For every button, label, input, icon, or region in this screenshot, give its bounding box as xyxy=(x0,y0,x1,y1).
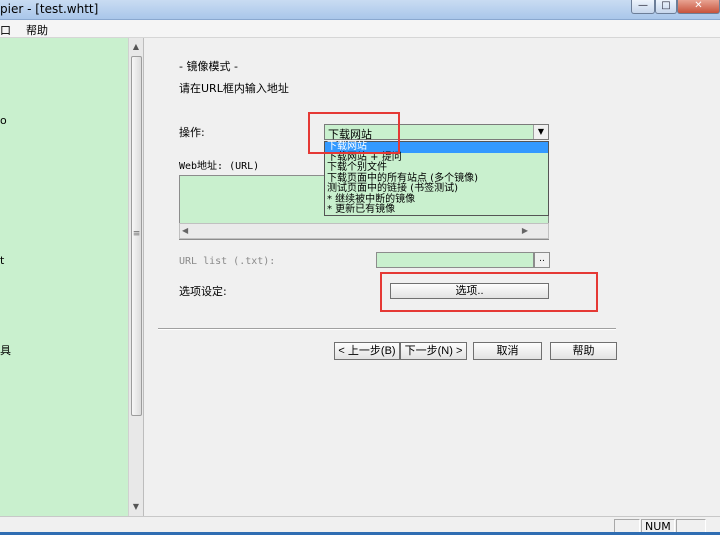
title-bar: pier - [test.whtt] — □ ✕ xyxy=(0,0,720,20)
instruction-text: 请在URL框内输入地址 xyxy=(179,82,289,95)
dropdown-option[interactable]: 测试页面中的链接 (书签测试) xyxy=(325,184,548,195)
scroll-down-icon[interactable]: ▼ xyxy=(129,500,143,514)
action-dropdown-list[interactable]: 下载网站 下载网站 + 提问 下载个别文件 下载页面中的所有站点 (多个镜像) … xyxy=(324,141,549,216)
dropdown-option[interactable]: 下载网站 xyxy=(325,142,548,153)
minimize-button[interactable]: — xyxy=(631,0,655,14)
main-panel: - 镜像模式 - 请在URL框内输入地址 操作: 下载网站 ▼ Web地址: (… xyxy=(148,38,720,516)
close-button[interactable]: ✕ xyxy=(677,0,720,14)
web-address-label: Web地址: (URL) xyxy=(179,161,260,172)
left-panel-text: o xyxy=(0,114,7,127)
action-label: 操作: xyxy=(179,126,205,139)
left-panel-text: 具 xyxy=(0,344,11,357)
left-panel: o t 具 xyxy=(0,38,128,516)
panel-divider[interactable] xyxy=(143,38,147,516)
options-button[interactable]: 选项.. xyxy=(390,283,549,299)
window-title: pier - [test.whtt] xyxy=(0,2,99,16)
left-panel-scrollbar[interactable]: ▲ ≡ ▼ xyxy=(128,38,143,516)
left-panel-text: t xyxy=(0,254,5,267)
url-horizontal-scrollbar[interactable]: ◀ ▶ xyxy=(179,223,549,239)
url-list-input[interactable] xyxy=(376,252,534,268)
next-button[interactable]: 下一步(N) > xyxy=(400,342,467,360)
grip-icon: ≡ xyxy=(132,229,141,239)
dropdown-option[interactable]: * 更新已有镜像 xyxy=(325,205,548,216)
menu-bar: 口 帮助 xyxy=(0,20,720,38)
cancel-button[interactable]: 取消 xyxy=(473,342,542,360)
scroll-right-icon[interactable]: ▶ xyxy=(522,226,528,235)
back-button[interactable]: < 上一步(B) xyxy=(334,342,400,360)
help-button[interactable]: 帮助 xyxy=(550,342,617,360)
action-select[interactable]: 下载网站 ▼ xyxy=(324,124,549,141)
menu-item-help[interactable]: 帮助 xyxy=(26,22,48,38)
maximize-button[interactable]: □ xyxy=(655,0,677,14)
separator xyxy=(158,328,616,330)
url-list-label: URL list (.txt): xyxy=(179,256,276,267)
menu-item-window[interactable]: 口 xyxy=(0,22,11,38)
scroll-up-icon[interactable]: ▲ xyxy=(129,40,143,54)
dropdown-option[interactable]: 下载个别文件 xyxy=(325,163,548,174)
browse-button[interactable]: .. xyxy=(534,252,550,268)
scroll-left-icon[interactable]: ◀ xyxy=(182,226,188,235)
chevron-down-icon[interactable]: ▼ xyxy=(533,125,548,139)
options-label: 选项设定: xyxy=(179,285,227,298)
section-title: - 镜像模式 - xyxy=(179,60,238,73)
scrollbar-thumb[interactable]: ≡ xyxy=(131,56,142,416)
action-select-value: 下载网站 xyxy=(328,128,372,141)
